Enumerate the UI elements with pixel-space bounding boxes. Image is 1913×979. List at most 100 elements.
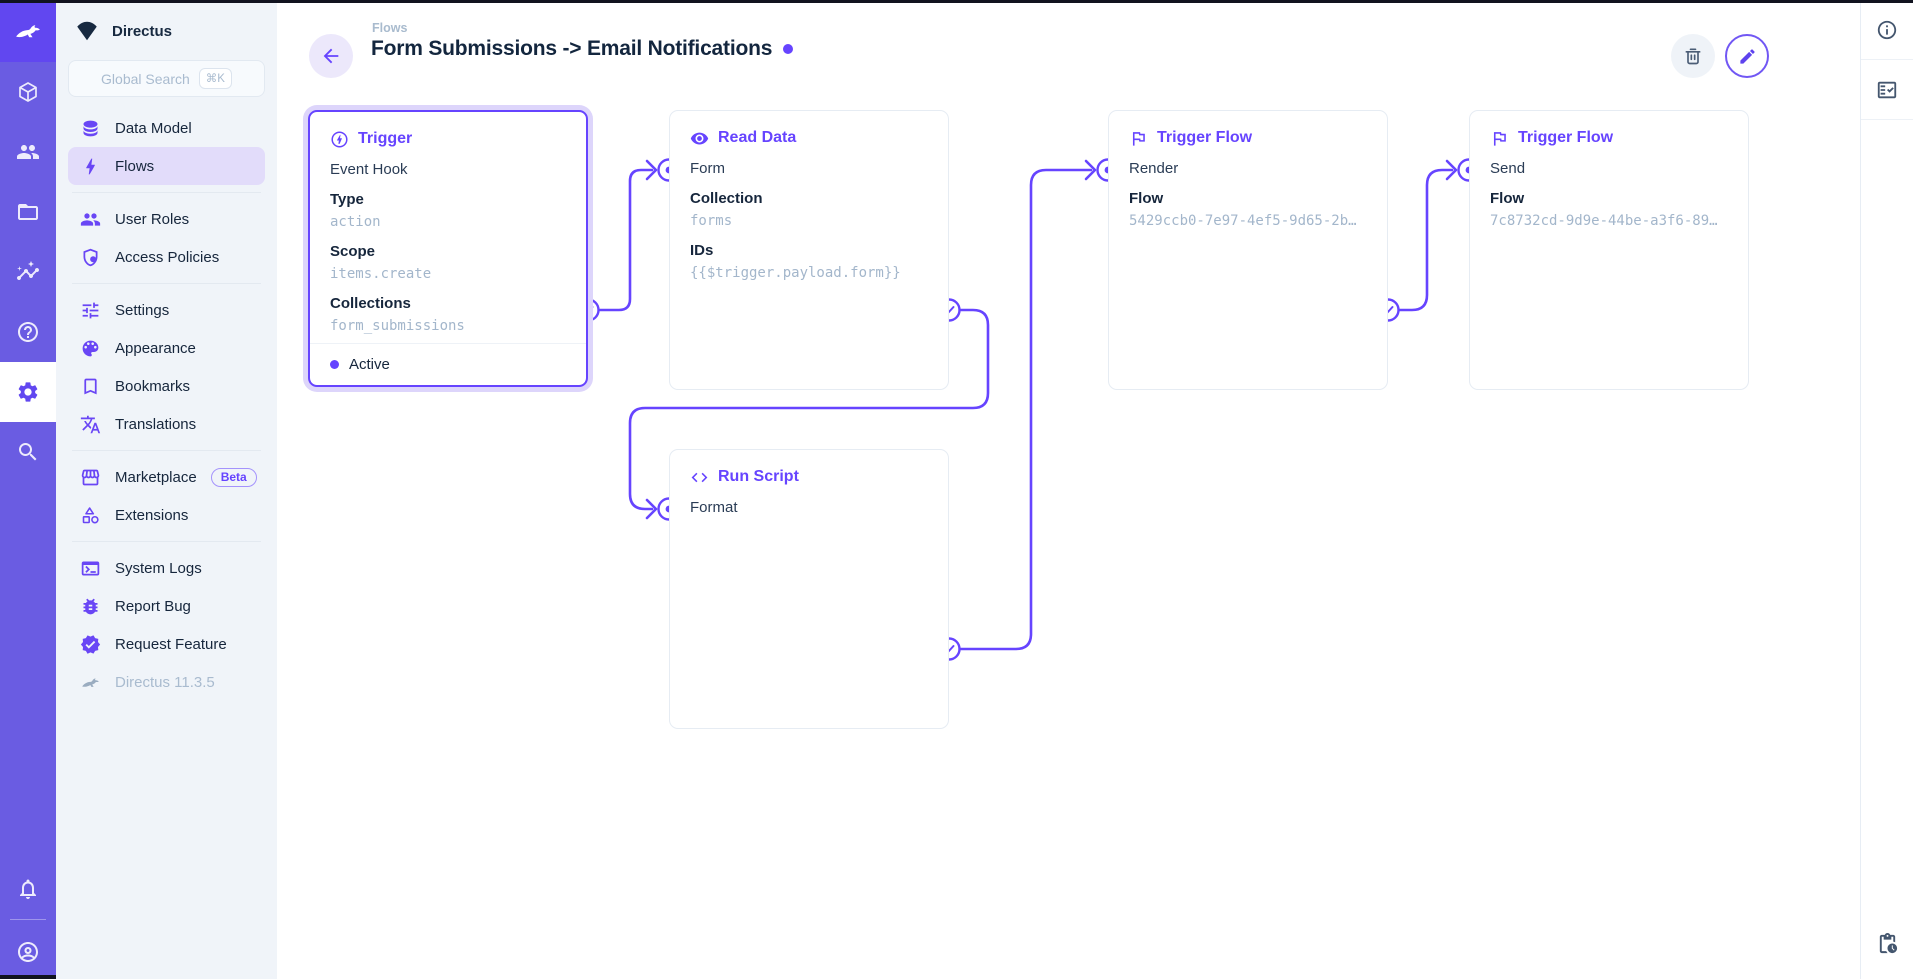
bug-icon: [80, 596, 101, 617]
flow-card-trigger-flow-render[interactable]: Trigger Flow Render Flow 5429ccb0-7e97-4…: [1108, 110, 1388, 390]
rabbit-logo-icon: [13, 16, 43, 46]
bell-icon: [16, 877, 40, 901]
card-type: Trigger: [358, 130, 412, 148]
info-icon: [1876, 19, 1898, 41]
palette-icon: [80, 338, 101, 359]
module-content[interactable]: [0, 62, 56, 122]
field-value: action: [330, 211, 566, 233]
flag-icon: [1129, 129, 1148, 148]
search-kbd-shortcut: ⌘K: [199, 68, 232, 89]
module-files[interactable]: [0, 182, 56, 242]
folder-icon: [16, 200, 40, 224]
flow-card-read-data[interactable]: Read Data Form Collection forms IDs {{$t…: [669, 110, 949, 390]
active-status-dot: [330, 360, 339, 369]
people-icon: [80, 209, 101, 230]
flow-editor-main: Flows Form Submissions -> Email Notifica…: [277, 0, 1860, 979]
project-logo-icon: [74, 18, 100, 44]
window-top-edge: [0, 0, 1913, 3]
sidebar-item-extensions[interactable]: Extensions: [68, 496, 265, 534]
module-insights[interactable]: [0, 242, 56, 302]
project-header: Directus: [56, 0, 277, 50]
field-value: forms: [690, 210, 928, 232]
card-type: Trigger Flow: [1157, 129, 1252, 147]
module-search[interactable]: [0, 422, 56, 482]
bookmark-icon: [80, 376, 101, 397]
cube-icon: [16, 80, 40, 104]
code-icon: [690, 468, 709, 487]
module-help[interactable]: [0, 302, 56, 362]
search-placeholder: Global Search: [101, 71, 190, 87]
bolt-icon: [80, 156, 101, 177]
field-value: form_submissions: [330, 315, 566, 337]
sidebar-item-appearance[interactable]: Appearance: [68, 329, 265, 367]
card-name: Event Hook: [330, 159, 566, 181]
field-label: Scope: [330, 241, 566, 263]
sidebar-item-translations[interactable]: Translations: [68, 405, 265, 443]
flow-card-run-script[interactable]: Run Script Format: [669, 449, 949, 729]
module-bar-divider: [10, 919, 46, 920]
sidebar-item-report-bug[interactable]: Report Bug: [68, 587, 265, 625]
sidebar-item-access-policies[interactable]: Access Policies: [68, 238, 265, 276]
wire-trigger-to-readdata: [588, 170, 652, 310]
global-search-input[interactable]: Global Search ⌘K: [68, 60, 265, 97]
tune-icon: [80, 300, 101, 321]
fact-check-icon: [1876, 79, 1898, 101]
sidebar-divider: [72, 283, 261, 284]
sidebar-item-marketplace[interactable]: Marketplace Beta: [68, 458, 265, 496]
account-icon: [16, 940, 40, 964]
card-name: Form: [690, 158, 928, 180]
insights-icon: [16, 260, 40, 284]
settings-sidebar: Directus Global Search ⌘K Data Model Flo…: [56, 0, 277, 979]
sidebar-item-system-logs[interactable]: System Logs: [68, 549, 265, 587]
sidebar-item-flows[interactable]: Flows: [68, 147, 265, 185]
sidebar-item-settings[interactable]: Settings: [68, 291, 265, 329]
sidebar-notices-button[interactable]: [1861, 60, 1913, 120]
gear-icon: [16, 380, 40, 404]
sidebar-item-label: Flows: [115, 158, 154, 175]
storefront-icon: [80, 467, 101, 488]
field-value: 5429ccb0-7e97-4ef5-9d65-2b…: [1129, 210, 1367, 232]
field-label: Collection: [690, 188, 928, 210]
flag-icon: [1490, 129, 1509, 148]
card-type: Run Script: [718, 468, 799, 486]
help-icon: [16, 320, 40, 344]
sidebar-item-label: Data Model: [115, 120, 192, 137]
sidebar-item-data-model[interactable]: Data Model: [68, 109, 265, 147]
seal-check-icon: [80, 634, 101, 655]
sidebar-item-user-roles[interactable]: User Roles: [68, 200, 265, 238]
field-label: Flow: [1490, 188, 1728, 210]
database-icon: [80, 118, 101, 139]
field-label: Flow: [1129, 188, 1367, 210]
field-label: Collections: [330, 293, 566, 315]
sidebar-info-button[interactable]: [1861, 0, 1913, 60]
bolt-circle-icon: [330, 130, 349, 149]
shapes-icon: [80, 505, 101, 526]
card-type: Read Data: [718, 129, 796, 147]
sidebar-item-label: Translations: [115, 416, 196, 433]
right-sidebar: [1860, 0, 1913, 979]
sidebar-item-label: Marketplace: [115, 469, 197, 486]
sidebar-item-request-feature[interactable]: Request Feature: [68, 625, 265, 663]
card-type: Trigger Flow: [1518, 129, 1613, 147]
sidebar-item-label: Settings: [115, 302, 169, 319]
flow-card-trigger[interactable]: Trigger Event Hook Type action Scope ite…: [308, 110, 588, 387]
pending-revisions-button[interactable]: [1861, 932, 1913, 955]
module-settings[interactable]: [0, 362, 56, 422]
sidebar-item-bookmarks[interactable]: Bookmarks: [68, 367, 265, 405]
sidebar-item-label: Extensions: [115, 507, 188, 524]
translate-icon: [80, 414, 101, 435]
search-icon: [16, 440, 40, 464]
directus-logo[interactable]: [0, 0, 56, 62]
version-label: Directus 11.3.5: [115, 674, 215, 691]
field-value: 7c8732cd-9d9e-44be-a3f6-89…: [1490, 210, 1728, 232]
window-bottom-edge: [0, 975, 56, 979]
module-bar: [0, 0, 56, 979]
flow-canvas[interactable]: Trigger Event Hook Type action Scope ite…: [277, 0, 1860, 979]
account-button[interactable]: [0, 922, 56, 979]
sidebar-divider: [72, 541, 261, 542]
sidebar-item-label: Appearance: [115, 340, 196, 357]
flow-card-trigger-flow-send[interactable]: Trigger Flow Send Flow 7c8732cd-9d9e-44b…: [1469, 110, 1749, 390]
notifications-button[interactable]: [0, 859, 56, 919]
module-users[interactable]: [0, 122, 56, 182]
rabbit-gray-icon: [80, 672, 101, 693]
